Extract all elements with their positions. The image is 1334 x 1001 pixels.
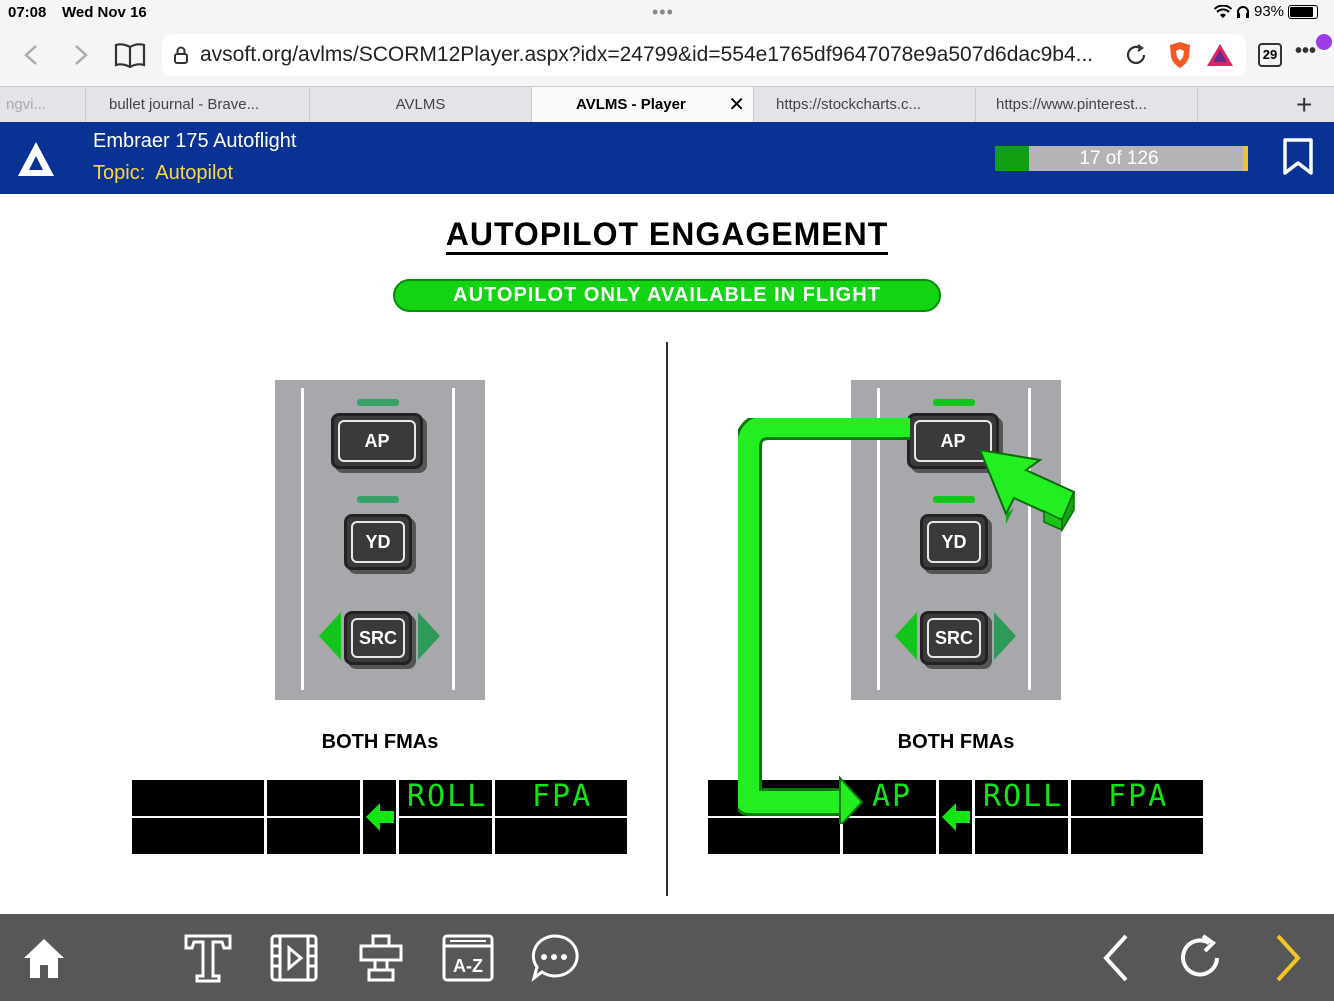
fma-cell [1071, 818, 1203, 854]
player-toolbar: A-Z [0, 914, 1334, 1001]
progress-text: 17 of 126 [1079, 148, 1159, 169]
fma-cell [132, 780, 264, 816]
panel-rail [452, 388, 455, 690]
yd-button-label: YD [927, 521, 981, 563]
src-button-label: SRC [351, 618, 405, 658]
multitask-dots[interactable]: ••• [652, 2, 674, 23]
center-divider [666, 342, 668, 896]
ap-button[interactable]: AP [331, 413, 423, 469]
panel-rail [1028, 388, 1031, 690]
status-icons: 93% [1214, 3, 1319, 20]
url-text: avsoft.org/avlms/SCORM12Player.aspx?idx=… [200, 43, 1094, 66]
tab-avlms-player-label: AVLMS - Player [576, 96, 686, 113]
src-left-arrow-icon [319, 612, 341, 660]
fma-left-arrow-icon [942, 803, 970, 831]
flight-only-banner: AUTOPILOT ONLY AVAILABLE IN FLIGHT [393, 279, 941, 312]
course-header: Embraer 175 Autoflight Topic: Autopilot … [0, 122, 1334, 194]
reload-icon[interactable] [1124, 43, 1148, 67]
glossary-icon[interactable]: A-Z [440, 930, 496, 986]
fma-cell [495, 818, 627, 854]
home-icon[interactable] [16, 930, 72, 986]
status-bar: 07:08 Wed Nov 16 ••• 93% [0, 0, 1334, 28]
topic-line: Topic: Autopilot [93, 162, 233, 185]
slide-title: AUTOPILOT ENGAGEMENT [0, 216, 1334, 255]
fma-cell [267, 818, 360, 854]
forward-icon[interactable] [66, 40, 96, 70]
browser-menu-icon[interactable]: ••• [1295, 40, 1316, 63]
right-fma-fpa: FPA [1108, 779, 1169, 814]
topic-label: Topic: [93, 162, 146, 184]
wifi-icon [1214, 4, 1232, 18]
brave-rewards-icon[interactable] [1206, 43, 1234, 67]
close-tab-icon[interactable]: ✕ [728, 87, 745, 123]
left-fma-label: BOTH FMAs [321, 731, 439, 753]
press-pointer-arrow-icon [978, 448, 1076, 533]
new-tab-icon[interactable]: + [1296, 89, 1312, 121]
ap-to-fma-arrow-icon [738, 418, 910, 824]
status-date: Wed Nov 16 [62, 4, 147, 21]
fma-cell [399, 818, 492, 854]
ap-indicator-light-on [933, 399, 975, 406]
address-bar[interactable]: avsoft.org/avlms/SCORM12Player.aspx?idx=… [162, 34, 1246, 76]
tab-ngvi[interactable]: ngvi... [0, 87, 86, 123]
yd-indicator-light-on [933, 496, 975, 503]
sign-icon[interactable] [353, 930, 409, 986]
fma-cell [975, 818, 1068, 854]
left-guidance-panel: AP YD SRC [275, 380, 485, 700]
slide-content: AUTOPILOT ENGAGEMENT AUTOPILOT ONLY AVAI… [0, 194, 1334, 914]
reading-list-icon[interactable] [112, 40, 148, 70]
left-fma-roll: ROLL [407, 779, 488, 814]
left-fma-display: ROLL FPA [132, 779, 627, 855]
yd-button-label: YD [351, 521, 405, 563]
yd-indicator-light [357, 496, 399, 503]
next-arrow-icon[interactable] [1260, 930, 1316, 986]
src-right-arrow-icon [418, 612, 440, 660]
src-right-arrow-icon [994, 612, 1016, 660]
ap-indicator-light [357, 399, 399, 406]
back-icon[interactable] [16, 40, 46, 70]
tab-avlms[interactable]: AVLMS [310, 87, 532, 123]
glossary-label: A-Z [453, 956, 483, 976]
text-icon[interactable] [180, 930, 236, 986]
src-button[interactable]: SRC [344, 611, 412, 665]
fma-left-arrow-icon [366, 803, 394, 831]
tab-pinterest[interactable]: https://www.pinterest... [976, 87, 1198, 123]
fma-cell [267, 780, 360, 816]
progress-bar: 17 of 126 [995, 146, 1248, 171]
slide-title-text: AUTOPILOT ENGAGEMENT [445, 216, 889, 255]
tab-strip: ngvi... bullet journal - Brave... AVLMS … [0, 86, 1334, 123]
battery-icon [1288, 4, 1319, 19]
tab-count-button[interactable]: 29 [1258, 43, 1282, 67]
course-title: Embraer 175 Autoflight [93, 130, 297, 152]
topic-value: Autopilot [155, 162, 234, 184]
tab-bullet-journal[interactable]: bullet journal - Brave... [86, 87, 310, 123]
tab-avlms-player[interactable]: AVLMS - Player ✕ [532, 87, 754, 123]
replay-icon[interactable] [1172, 930, 1228, 986]
headphones-icon [1237, 5, 1249, 18]
ap-button-label: AP [338, 420, 416, 462]
notification-dot [1316, 34, 1332, 50]
yd-button[interactable]: YD [344, 514, 412, 570]
fma-cell [132, 818, 264, 854]
battery-percent: 93% [1254, 3, 1285, 20]
brave-shield-icon[interactable] [1168, 41, 1192, 69]
status-time: 07:08 [8, 4, 47, 21]
video-icon[interactable] [266, 930, 322, 986]
bookmark-icon[interactable] [1282, 138, 1314, 176]
back-arrow-icon[interactable] [1088, 930, 1144, 986]
tab-stockcharts[interactable]: https://stockcharts.c... [754, 87, 976, 123]
chat-icon[interactable] [526, 930, 582, 986]
left-fma-fpa: FPA [532, 779, 593, 814]
src-button[interactable]: SRC [920, 611, 988, 665]
src-button-label: SRC [927, 618, 981, 658]
panel-rail [301, 388, 304, 690]
avsoft-logo-icon [18, 142, 54, 176]
browser-toolbar: avsoft.org/avlms/SCORM12Player.aspx?idx=… [0, 28, 1334, 86]
lock-icon [174, 46, 188, 64]
right-fma-roll: ROLL [983, 779, 1064, 814]
